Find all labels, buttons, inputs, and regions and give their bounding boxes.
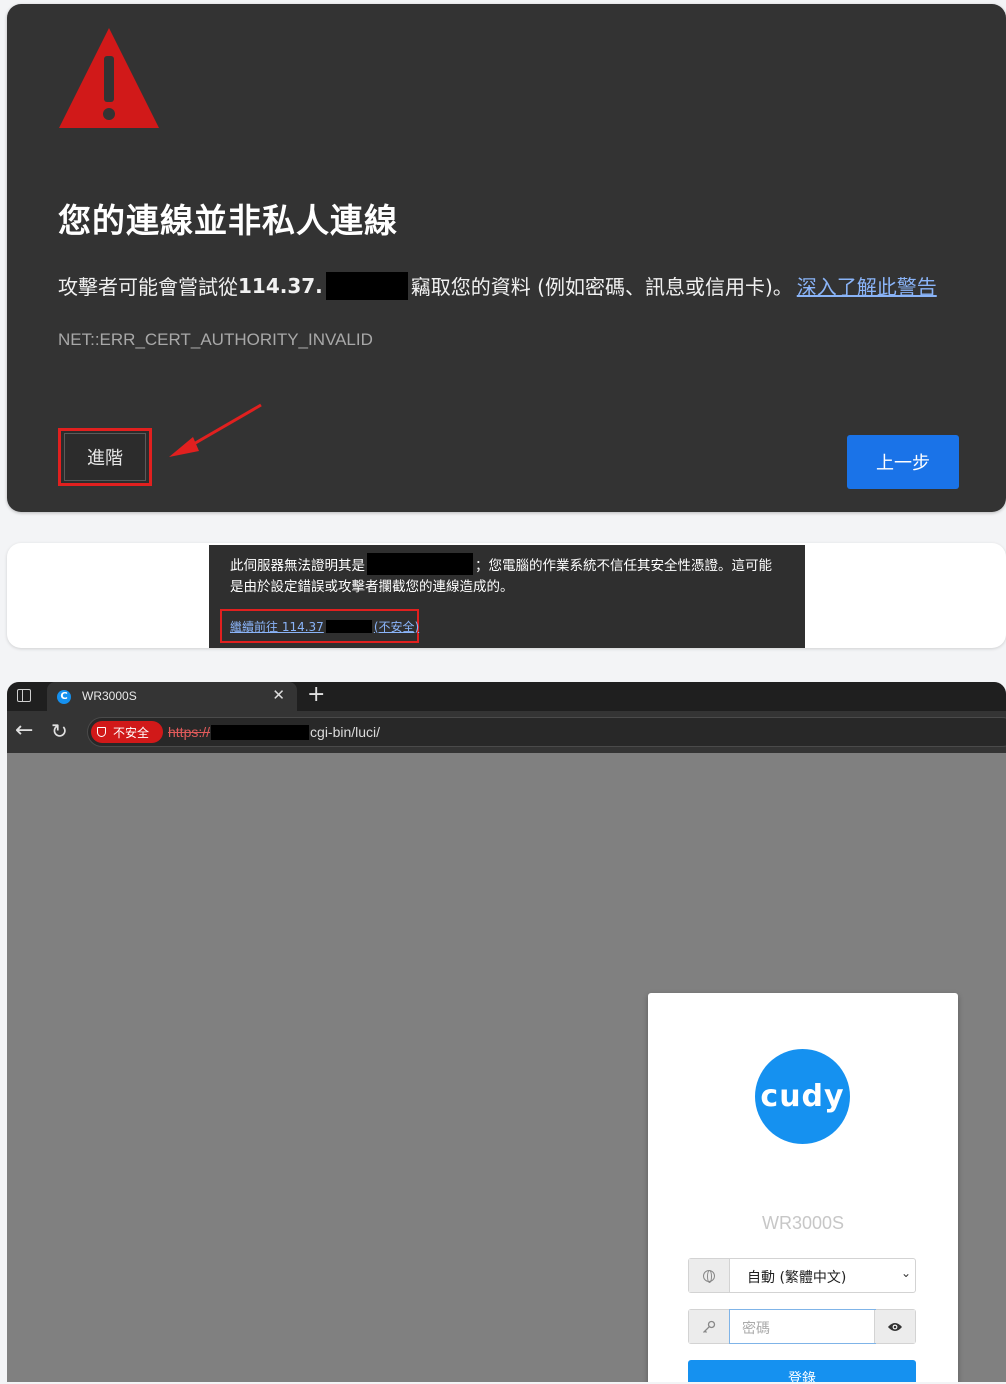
key-icon <box>703 1320 716 1333</box>
advanced-button-highlight: 進階 <box>58 428 152 486</box>
login-button-label: 登錄 <box>788 1370 816 1383</box>
redacted-block <box>325 619 372 633</box>
annotation-arrow-icon <box>169 403 262 457</box>
tab-title: WR3000S <box>82 689 137 703</box>
url-text: https:// cgi-bin/luci/ <box>168 724 380 740</box>
privacy-error-page: 您的連線並非私人連線 攻擊者可能會嘗試從 114.37. 竊取您的資料 (例如密… <box>7 4 1006 512</box>
language-select[interactable]: 自動 (繁體中文) ⌄ <box>688 1258 916 1293</box>
url-scheme: https:// <box>168 724 211 740</box>
plus-icon[interactable]: + <box>307 682 325 708</box>
shield-icon <box>97 727 106 737</box>
proceed-unsafe-link[interactable]: 繼續前往 114.37 (不安全) <box>230 618 419 635</box>
desc-prefix: 攻擊者可能會嘗試從 <box>58 275 238 299</box>
redacted-block <box>367 553 473 575</box>
eye-icon[interactable] <box>874 1310 915 1343</box>
details-line-1: 此伺服器無法證明其是 ；您電腦的作業系統不信任其安全性憑證。這可能 <box>230 553 772 575</box>
details-line1-prefix: 此伺服器無法證明其是 <box>230 558 365 574</box>
proceed-prefix: 繼續前往 114.37 <box>230 619 324 634</box>
chevron-down-icon: ⌄ <box>900 1266 911 1280</box>
details-line1-suffix: ；您電腦的作業系統不信任其安全性憑證。這可能 <box>475 558 772 574</box>
model-name: WR3000S <box>761 1213 845 1233</box>
details-line-2: 是由於設定錯誤或攻擊者攔截您的連線造成的。 <box>230 579 514 595</box>
desc-suffix: 竊取您的資料 (例如密碼、訊息或信用卡)。 <box>410 275 793 299</box>
globe-addon <box>689 1259 730 1292</box>
address-bar[interactable]: 不安全 https:// cgi-bin/luci/ <box>87 717 1006 747</box>
back-button-label: 上一步 <box>876 453 930 474</box>
browser-toolbar: ← ↻ 不安全 https:// cgi-bin/luci/ <box>7 711 1006 753</box>
password-input[interactable]: 密碼 <box>729 1309 876 1344</box>
advanced-details-panel: 此伺服器無法證明其是 ；您電腦的作業系統不信任其安全性憑證。這可能 是由於設定錯… <box>7 543 1006 648</box>
login-button[interactable]: 登錄 <box>688 1360 916 1382</box>
key-addon <box>689 1310 730 1343</box>
warning-triangle-icon <box>59 28 159 128</box>
cudy-logo: cudy <box>755 1049 850 1144</box>
sidebar-toggle-icon[interactable] <box>17 689 31 702</box>
redacted-block <box>325 271 408 300</box>
proceed-link-highlight: 繼續前往 114.37 (不安全) <box>220 609 419 643</box>
not-secure-badge[interactable]: 不安全 <box>91 721 163 743</box>
error-title: 您的連線並非私人連線 <box>58 201 398 240</box>
favicon-icon: C <box>57 690 71 704</box>
error-code: NET::ERR_CERT_AUTHORITY_INVALID <box>58 330 373 349</box>
error-description: 攻擊者可能會嘗試從 114.37. 竊取您的資料 (例如密碼、訊息或信用卡)。 … <box>58 271 937 300</box>
close-icon[interactable]: ✕ <box>272 686 285 704</box>
details-box: 此伺服器無法證明其是 ；您電腦的作業系統不信任其安全性憑證。這可能 是由於設定錯… <box>209 545 805 648</box>
url-path: cgi-bin/luci/ <box>310 724 381 740</box>
redacted-block <box>211 724 310 740</box>
tab-wr3000s[interactable]: C WR3000S ✕ <box>47 682 297 711</box>
advanced-button-label: 進階 <box>87 448 123 469</box>
proceed-suffix: (不安全) <box>373 619 420 634</box>
not-secure-label: 不安全 <box>113 725 150 740</box>
globe-icon <box>703 1269 715 1283</box>
back-button[interactable]: 上一步 <box>847 435 959 489</box>
reload-icon[interactable]: ↻ <box>51 718 68 744</box>
login-card: cudy WR3000S 自動 (繁體中文) ⌄ 密碼 登錄 <box>648 993 958 1382</box>
tab-bar: C WR3000S ✕ + <box>7 682 1006 711</box>
browser-window: C WR3000S ✕ + ← ↻ 不安全 https:// cgi-bin/l… <box>7 682 1006 1382</box>
language-value: 自動 (繁體中文) <box>747 1270 847 1286</box>
learn-more-link[interactable]: 深入了解此警告 <box>797 271 937 300</box>
page-viewport: cudy WR3000S 自動 (繁體中文) ⌄ 密碼 登錄 <box>7 753 1006 1382</box>
password-group: 密碼 <box>688 1309 916 1344</box>
advanced-button[interactable]: 進階 <box>64 433 146 481</box>
ip-prefix: 114.37. <box>238 273 323 298</box>
back-arrow-icon[interactable]: ← <box>15 718 33 744</box>
